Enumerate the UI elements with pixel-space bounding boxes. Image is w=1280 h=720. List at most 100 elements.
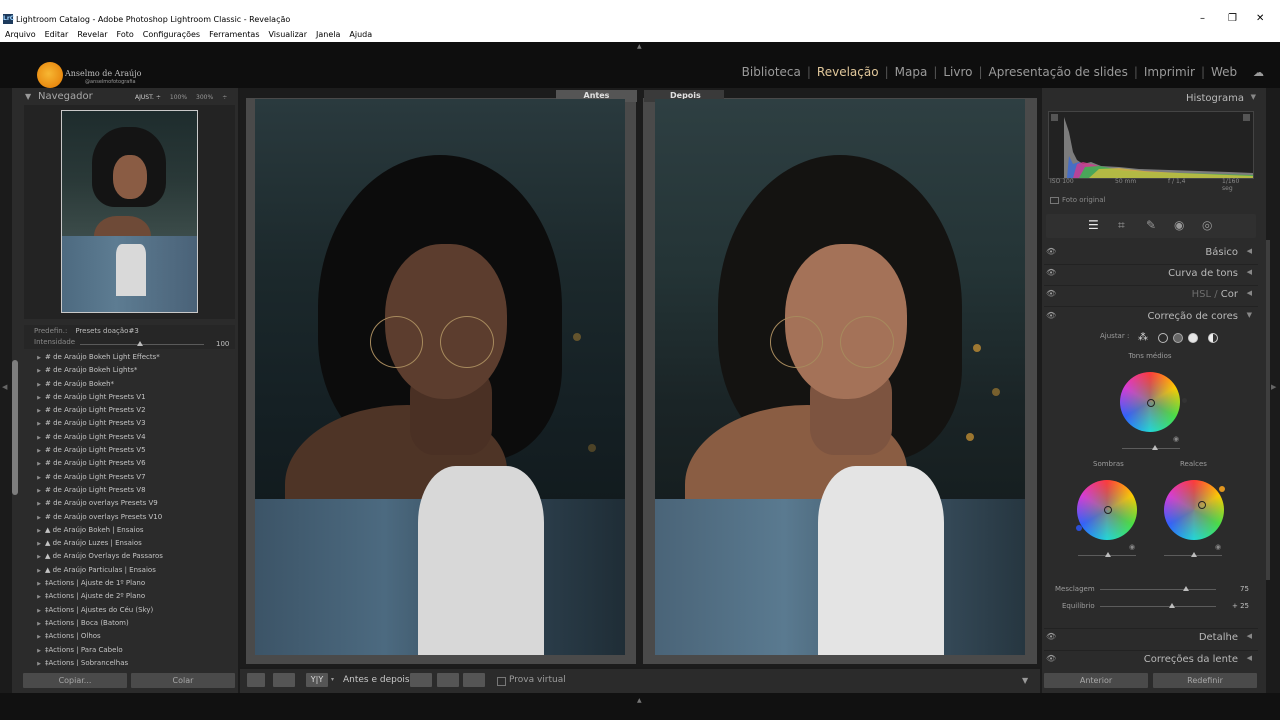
shadows-view-icon[interactable] [1158, 333, 1168, 343]
menu-arquivo[interactable]: Arquivo [5, 30, 36, 39]
triangle-right-icon[interactable]: ▶ [33, 605, 45, 618]
blending-knob[interactable] [1183, 586, 1189, 591]
preset-folder[interactable]: ▶ # de Araújo Light Presets V6 [24, 457, 235, 470]
copy-after-to-before-button[interactable] [437, 673, 459, 687]
preset-folder[interactable]: ▶ ▲ de Araújo Overlays de Passaros [24, 550, 235, 563]
triangle-right-icon[interactable]: ▶ [33, 432, 45, 445]
triangle-right-icon[interactable]: ▶ [33, 618, 45, 631]
blending-slider[interactable] [1100, 589, 1216, 590]
preset-folder[interactable]: ▶ # de Araújo Bokeh* [24, 378, 235, 391]
triangle-right-icon[interactable]: ▶ [33, 418, 45, 431]
preset-folder[interactable]: ▶ # de Araújo Light Presets V1 [24, 391, 235, 404]
triangle-right-icon[interactable]: ▶ [33, 498, 45, 511]
crop-icon[interactable]: ⌗ [1118, 218, 1125, 233]
panel-detalhe[interactable]: 👁 Detalhe ◀ [1044, 628, 1258, 649]
eye-icon[interactable]: ◉ [1173, 435, 1179, 443]
highlights-color-wheel[interactable] [1164, 480, 1224, 540]
midtones-view-icon[interactable] [1173, 333, 1183, 343]
before-after-view-button[interactable]: Y|Y [306, 673, 328, 687]
eye-icon[interactable]: 👁 [1046, 632, 1056, 641]
highlights-handle[interactable] [1198, 501, 1206, 509]
preset-folder[interactable]: ▶ ‡Actions | Boca (Batom) [24, 617, 235, 630]
module-apresentacao[interactable]: Apresentação de slides [989, 65, 1128, 79]
cloud-sync-icon[interactable]: ☁ [1253, 66, 1264, 79]
zoom-100[interactable]: 100% [170, 94, 187, 101]
panel-basico[interactable]: 👁 Básico ◀ [1044, 244, 1258, 265]
shadows-hue-marker[interactable] [1076, 525, 1082, 531]
preset-folder[interactable]: ▶ # de Araújo Light Presets V5 [24, 444, 235, 457]
preset-folder[interactable]: ▶ # de Araújo overlays Presets V10 [24, 511, 235, 524]
triangle-right-icon[interactable]: ▶ [33, 645, 45, 658]
menu-ferramentas[interactable]: Ferramentas [209, 30, 259, 39]
midtones-luminance-knob[interactable] [1152, 445, 1158, 450]
eye-icon[interactable]: 👁 [1046, 289, 1056, 298]
balance-value[interactable]: + 25 [1232, 602, 1249, 610]
preset-folder[interactable]: ▶ ▲ de Araújo Luzes | Ensaios [24, 537, 235, 550]
triangle-right-icon[interactable]: ▶ [33, 458, 45, 471]
preset-folder[interactable]: ▶ # de Araújo Light Presets V7 [24, 471, 235, 484]
zoom-more[interactable]: ÷ [222, 94, 227, 101]
collapse-left-icon[interactable]: ◀ [2, 383, 7, 391]
swap-before-after-button[interactable] [463, 673, 485, 687]
loupe-view-button[interactable] [247, 673, 265, 687]
close-icon[interactable]: ✕ [1256, 13, 1264, 24]
module-livro[interactable]: Livro [943, 65, 972, 79]
highlights-luminance-knob[interactable] [1191, 552, 1197, 557]
three-way-icon[interactable]: ⁂ [1138, 332, 1148, 343]
menu-revelar[interactable]: Revelar [77, 30, 107, 39]
triangle-right-icon[interactable]: ▶ [33, 538, 45, 551]
triangle-right-icon[interactable]: ▶ [33, 551, 45, 564]
global-view-icon[interactable] [1208, 333, 1218, 343]
intensity-slider-knob[interactable] [137, 341, 143, 346]
shadows-luminance-knob[interactable] [1105, 552, 1111, 557]
preset-current[interactable]: Presets doação#3 [75, 327, 138, 335]
preset-folder[interactable]: ▶ # de Araújo Light Presets V2 [24, 404, 235, 417]
original-photo-toggle[interactable]: Foto original [1050, 196, 1105, 204]
view-mode-dropdown-icon[interactable]: ▾ [331, 676, 334, 683]
photo-after[interactable] [655, 99, 1025, 655]
preset-folder[interactable]: ▶ ‡Actions | Para Cabelo [24, 644, 235, 657]
triangle-right-icon[interactable]: ▶ [33, 485, 45, 498]
menu-foto[interactable]: Foto [117, 30, 134, 39]
module-imprimir[interactable]: Imprimir [1144, 65, 1195, 79]
preset-folder[interactable]: ▶ ‡Actions | Olhos [24, 630, 235, 643]
histogram-header[interactable]: Histograma ▼ [1044, 90, 1258, 110]
triangle-right-icon[interactable]: ▶ [33, 631, 45, 644]
toolbar-menu-icon[interactable]: ▼ [1022, 676, 1028, 685]
menu-editar[interactable]: Editar [45, 30, 69, 39]
right-panel-scrollbar[interactable] [1266, 240, 1270, 580]
triangle-right-icon[interactable]: ▶ [33, 565, 45, 578]
copy-before-to-after-button[interactable] [410, 673, 432, 687]
triangle-right-icon[interactable]: ▶ [33, 591, 45, 604]
paste-button[interactable]: Colar [131, 673, 235, 688]
triangle-right-icon[interactable]: ▶ [33, 525, 45, 538]
triangle-right-icon[interactable]: ▶ [33, 352, 45, 365]
preset-folder[interactable]: ▶ ▲ de Araújo Particulas | Ensaios [24, 564, 235, 577]
panel-correcoes-lente[interactable]: 👁 Correções da lente ◀ [1044, 650, 1258, 671]
preset-folder[interactable]: ▶ # de Araújo Bokeh Light Effects* [24, 351, 235, 364]
eye-icon[interactable]: ◉ [1129, 543, 1135, 551]
preset-folder[interactable]: ▶ ‡Actions | Ajuste de 2º Plano [24, 590, 235, 603]
navigator-thumbnail[interactable] [61, 110, 198, 313]
reset-button[interactable]: Redefinir [1153, 673, 1257, 688]
panel-hsl-cor[interactable]: 👁 HSL / Cor ◀ [1044, 286, 1258, 307]
collapse-top-icon[interactable]: ▲ [637, 43, 642, 50]
preset-folder[interactable]: ▶ # de Araújo Bokeh Lights* [24, 364, 235, 377]
red-eye-icon[interactable]: ◎ [1202, 218, 1212, 232]
midtones-luminance-slider[interactable] [1122, 448, 1180, 449]
edit-sliders-icon[interactable]: ☰ [1088, 218, 1099, 232]
midtones-hue-marker[interactable] [1182, 398, 1187, 403]
menu-configuracoes[interactable]: Configurações [143, 30, 200, 39]
preset-folder[interactable]: ▶ ‡Actions | Ajuste de 1º Plano [24, 577, 235, 590]
highlights-hue-marker[interactable] [1219, 486, 1225, 492]
module-biblioteca[interactable]: Biblioteca [742, 65, 801, 79]
panel-curva-de-tons[interactable]: 👁 Curva de tons ◀ [1044, 265, 1258, 286]
module-mapa[interactable]: Mapa [895, 65, 928, 79]
module-revelacao[interactable]: Revelação [817, 65, 879, 79]
triangle-right-icon[interactable]: ▶ [33, 392, 45, 405]
midtones-handle[interactable] [1147, 399, 1155, 407]
intensity-value[interactable]: 100 [216, 340, 229, 348]
previous-button[interactable]: Anterior [1044, 673, 1148, 688]
left-panel-edge[interactable]: ◀ [0, 88, 12, 695]
expand-filmstrip-icon[interactable]: ▲ [637, 697, 642, 704]
